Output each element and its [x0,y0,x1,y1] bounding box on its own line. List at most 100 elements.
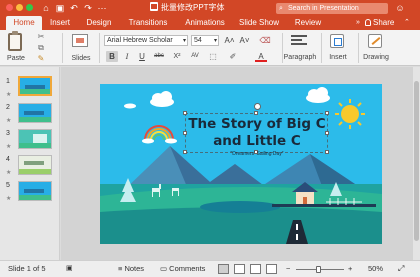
ribbon-divider [358,33,359,63]
font-size-select[interactable]: 54 ▾ [191,35,219,46]
copy-icon[interactable]: ⧉ [36,43,46,52]
tab-slide-show[interactable]: Slide Show [236,16,282,30]
ribbon-divider [99,33,100,63]
resize-handle[interactable] [325,150,329,154]
spellcheck-icon[interactable]: ▣ [66,261,73,277]
notes-button[interactable]: ≡ Notes [118,261,144,277]
chevron-down-icon: ▾ [182,38,186,44]
zoom-slider-handle[interactable] [316,266,321,273]
normal-view-button[interactable] [218,264,229,274]
slide-illustration [100,87,382,244]
rotate-handle[interactable] [254,103,261,110]
thumbnail-preview [18,155,52,175]
thumbnail-number: 3 [6,130,10,137]
close-window-button[interactable] [6,4,13,11]
resize-handle[interactable] [183,150,187,154]
thumbnail-preview [18,181,52,201]
character-spacing-button[interactable]: AV [188,51,202,62]
ribbon-divider [321,33,322,63]
current-slide[interactable]: The Story of Big C and Little C “Dreamer… [100,84,382,244]
thumbnail-number: 4 [6,156,10,163]
italic-button[interactable]: I [121,51,133,62]
collapse-ribbon-icon[interactable]: ⌃ [404,16,410,30]
zoom-out-button[interactable]: − [286,261,290,277]
maximize-window-button[interactable] [26,4,33,11]
reading-view-button[interactable] [250,264,261,274]
shrink-font-button[interactable]: A˅ [238,35,251,46]
resize-handle[interactable] [325,111,329,115]
grow-font-button[interactable]: A˄ [223,35,236,46]
zoom-level[interactable]: 50% [368,261,383,277]
user-icon[interactable]: ☺ [394,2,406,14]
redo-icon[interactable]: ↷ [82,2,94,14]
slideshow-view-button[interactable] [266,264,277,274]
format-painter-icon[interactable]: ✎ [36,54,46,63]
slides-label: Slides [71,55,91,62]
slide-subtitle[interactable]: “Dreamers' Sailing Day” [210,151,304,157]
star-icon: ★ [6,144,12,150]
font-size-value: 54 [194,37,202,44]
paragraph-label: Paragraph [283,54,317,61]
tab-animations[interactable]: Animations [180,16,230,30]
slide-thumbnails-pane[interactable]: 1 ★ 2 ★ 3 ★ 4 ★ 5 ★ [0,67,60,260]
fit-to-window-icon[interactable]: ⤢ [398,261,404,277]
more-icon[interactable]: ⋯ [96,2,108,14]
thumbnail-preview [18,76,52,96]
comments-icon: ▭ [160,264,170,273]
resize-handle[interactable] [254,111,258,115]
star-icon: ★ [6,196,12,202]
tab-transitions[interactable]: Transitions [122,16,174,30]
highlight-icon[interactable]: ✐ [226,51,240,62]
slide-title[interactable]: The Story of Big C and Little C [182,116,332,150]
cut-icon[interactable]: ✂ [36,32,46,41]
document-title: 批量修改PPT字体 [150,2,270,14]
star-icon: ★ [6,170,12,176]
ribbon-tabs: Home Insert Design Transitions Animation… [0,16,420,30]
font-name-value: Arial Hebrew Scholar [107,37,173,44]
search-input[interactable]: ⌕ Search in Presentation [276,3,388,14]
more-tabs-icon[interactable]: » [356,16,360,30]
text-effects-icon[interactable]: ⬚ [206,51,220,62]
notes-label: Notes [124,264,145,273]
share-button[interactable]: Share [365,16,394,30]
comments-button[interactable]: ▭ Comments [160,261,205,277]
font-name-select[interactable]: Arial Hebrew Scholar ▾ [104,35,188,46]
comments-label: Comments [169,264,206,273]
insert-shape-icon [330,34,344,48]
slide-title-line-2: and Little C [213,133,301,149]
home-icon[interactable]: ⌂ [40,2,52,14]
zoom-in-button[interactable]: + [348,261,352,277]
tab-design[interactable]: Design [84,16,114,30]
underline-button[interactable]: U [136,51,148,62]
tab-home[interactable]: Home [6,16,42,30]
save-icon[interactable]: ▣ [54,2,66,14]
clear-formatting-icon[interactable]: ⌫ [259,35,271,46]
title-bar: ⌂ ▣ ↶ ↷ ⋯ 批量修改PPT字体 ⌕ Search in Presenta… [0,0,420,16]
paragraph-align-icon [291,35,307,47]
slide-sorter-view-button[interactable] [234,264,245,274]
share-label: Share [373,18,395,27]
bold-button[interactable]: B [106,51,118,62]
scrollbar-thumb[interactable] [414,81,419,241]
strikethrough-button[interactable]: abc [152,51,166,62]
paste-label: Paste [7,55,25,62]
ribbon-divider [62,33,63,63]
insert-label: Insert [329,54,347,61]
pptx-file-icon [150,2,158,11]
status-bar: Slide 1 of 5 ▣ ≡ Notes ▭ Comments − + 50… [0,260,420,277]
document-title-text: 批量修改PPT字体 [161,3,225,12]
resize-handle[interactable] [183,111,187,115]
clouds [124,87,330,109]
ribbon-home: Paste ✂ ⧉ ✎ Slides Arial Hebrew Scholar ▾… [0,30,420,66]
font-color-button[interactable]: A [255,51,267,62]
tab-insert[interactable]: Insert [46,16,74,30]
search-placeholder: Search in Presentation [288,5,359,12]
canvas-scrollbar[interactable] [413,67,420,260]
slide-canvas[interactable]: The Story of Big C and Little C “Dreamer… [61,67,420,260]
tab-review[interactable]: Review [292,16,324,30]
undo-icon[interactable]: ↶ [68,2,80,14]
superscript-button[interactable]: X² [171,51,183,62]
star-icon: ★ [6,118,12,124]
minimize-window-button[interactable] [16,4,23,11]
share-person-icon [365,19,371,26]
